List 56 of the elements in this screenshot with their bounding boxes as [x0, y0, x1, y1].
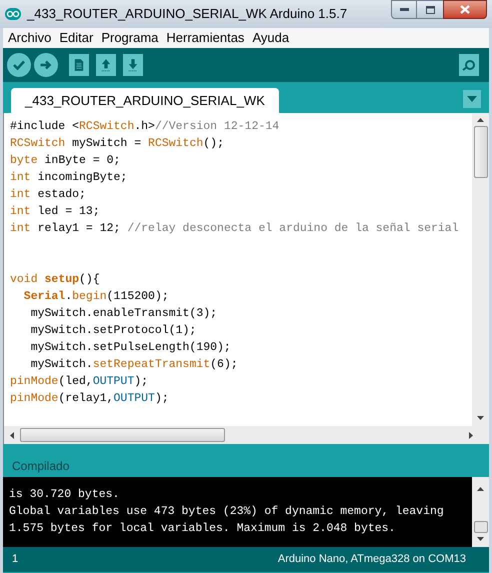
- menu-item[interactable]: Programa: [101, 28, 158, 48]
- code-line: RCSwitch mySwitch = RCSwitch();: [10, 136, 225, 152]
- close-icon: [460, 5, 470, 14]
- scroll-right-icon[interactable]: [469, 432, 473, 438]
- menu-item[interactable]: Archivo: [8, 28, 52, 48]
- download-arrow-button[interactable]: [123, 54, 143, 76]
- scroll-left-icon[interactable]: [10, 432, 14, 438]
- code-line: int incomingByte;: [10, 170, 128, 186]
- scroll-down-icon[interactable]: [477, 416, 484, 420]
- code-line: int relay1 = 12; //relay desconecta el arduino de la señal serial: [10, 221, 460, 237]
- code-line: mySwitch.setPulseLength(190);: [30, 340, 232, 356]
- close-button[interactable]: [443, 0, 487, 19]
- status-message: Compilado: [12, 458, 70, 475]
- caret-icon: [467, 96, 477, 102]
- code-line: mySwitch.setRepeatTransmit(6);: [30, 357, 239, 373]
- scroll-up-icon[interactable]: [477, 118, 484, 122]
- code-line: int estado;: [10, 187, 87, 203]
- menu-item[interactable]: Editar: [59, 28, 94, 48]
- scroll-up-icon[interactable]: [477, 487, 484, 491]
- console-line: 1.575 bytes for local variables. Maximum is 2.048 bytes.: [9, 521, 396, 537]
- upload-button[interactable]: [34, 53, 58, 77]
- magnifier-icon: [462, 59, 476, 71]
- menu-item[interactable]: Herramientas: [166, 28, 244, 48]
- tab-menu-button[interactable]: [463, 90, 481, 108]
- serial-monitor-button[interactable]: [459, 54, 479, 76]
- menu-item[interactable]: Ayuda: [252, 28, 290, 48]
- app-logo-icon: [5, 8, 21, 20]
- minimize-button[interactable]: [391, 0, 417, 19]
- code-line: Serial.begin(115200);: [22, 289, 170, 305]
- code-line: pinMode(relay1,OUTPUT);: [10, 391, 170, 407]
- code-line: byte inByte = 0;: [10, 153, 122, 169]
- board-info: Arduino Nano, ATmega328 on COM13: [278, 552, 466, 568]
- line-number: 1: [12, 552, 18, 568]
- file-tab[interactable]: _433_ROUTER_ARDUINO_SERIAL_WK: [11, 88, 279, 113]
- console-line: Global variables use 473 bytes (23%) of dynamic memory, leaving: [9, 504, 445, 520]
- minimize-icon: [400, 8, 408, 11]
- upload-arrow-button[interactable]: [96, 54, 116, 76]
- horizontal-scrollbar[interactable]: [3, 426, 489, 444]
- code-line: mySwitch.setProtocol(1);: [30, 323, 198, 339]
- code-line: mySwitch.enableTransmit(3);: [30, 306, 218, 322]
- code-line: #include <RCSwitch.h>//Version 12-12-14: [10, 119, 280, 135]
- scrollbar-thumb[interactable]: [20, 428, 225, 442]
- code-line: void setup(){: [10, 272, 101, 288]
- scrollbar-thumb[interactable]: [474, 126, 488, 178]
- code-line: int led = 13;: [10, 204, 101, 220]
- window-title: _433_ROUTER_ARDUINO_SERIAL_WK Arduino 1.5.7: [27, 5, 348, 24]
- vertical-scrollbar[interactable]: [472, 113, 489, 426]
- scrollbar-thumb[interactable]: [474, 521, 488, 533]
- verify-button[interactable]: [7, 53, 31, 77]
- vertical-scrollbar[interactable]: [472, 477, 489, 547]
- code-line: pinMode(led,OUTPUT);: [10, 374, 150, 390]
- maximize-icon: [426, 6, 434, 14]
- console-line: is 30.720 bytes.: [9, 487, 120, 503]
- document-button[interactable]: [69, 54, 89, 76]
- maximize-button[interactable]: [417, 0, 443, 19]
- scroll-down-icon[interactable]: [477, 537, 484, 541]
